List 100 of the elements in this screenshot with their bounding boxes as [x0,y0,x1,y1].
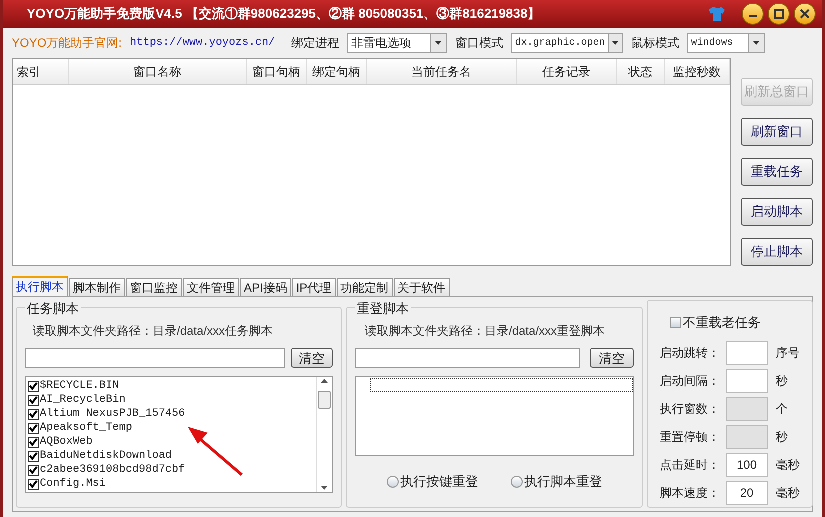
close-button[interactable] [794,3,816,25]
column-header[interactable]: 监控秒数 [665,59,730,84]
script-list-item[interactable]: $RECYCLE.BIN [28,379,316,393]
action-button[interactable]: 重载任务 [741,158,813,186]
path-label: 读取脚本文件夹路径：目录/data/xxx重登脚本 [364,323,606,340]
path-input-field[interactable] [25,348,285,368]
path-label: 读取脚本文件夹路径：目录/data/xxx任务脚本 [32,323,274,340]
site-label: YOYO万能助手官网: [12,35,122,52]
close-icon [800,9,810,19]
script-list-item[interactable]: BaiduNetdiskDownload [28,449,316,463]
minimize-button[interactable] [742,3,764,25]
number-input-field[interactable] [726,368,768,392]
tab[interactable]: IP代理 [292,278,336,296]
unit-label: 毫秒 [776,456,800,474]
script-name: BaiduNetdiskDownload [40,448,172,464]
clear-button[interactable]: 清空 [590,348,634,368]
tab[interactable]: 功能定制 [336,278,393,296]
checkbox-label: 不重载老任务 [683,314,761,332]
tab[interactable]: 执行脚本 [12,276,68,296]
radio-button[interactable] [510,476,522,488]
field-label: 启动跳转： [660,344,721,362]
caret-icon [612,41,620,45]
dropdown-arrow-button[interactable] [430,34,446,52]
radio-label: 执行脚本重登 [524,473,602,491]
radio-button[interactable] [386,476,398,488]
script-name: Config.Msi [40,476,106,492]
field-value: 20 [740,484,754,502]
shirt-icon[interactable] [708,5,726,23]
column-header[interactable]: 窗口名称 [69,59,247,84]
number-input-field[interactable]: 20 [726,480,768,504]
number-input-field[interactable]: 100 [726,452,768,476]
tab[interactable]: 窗口监控 [126,278,182,296]
dropdown-arrow-button[interactable] [748,34,764,52]
script-name: $RECYCLE.BIN [40,378,120,394]
number-input-field[interactable] [726,340,768,364]
unit-label: 个 [776,400,788,418]
checkbox[interactable] [28,450,39,462]
maximize-button[interactable] [768,3,790,25]
unit-label: 秒 [776,372,788,390]
clear-button[interactable]: 清空 [291,348,333,368]
dropdown-arrow-button[interactable] [608,34,622,52]
checkbox[interactable] [28,380,39,392]
script-name: Apeaksoft_Temp [40,420,132,436]
action-button[interactable]: 刷新窗口 [741,118,813,146]
field-label: 启动间隔： [660,372,721,390]
column-header[interactable]: 索引 [13,59,69,84]
tab[interactable]: API接码 [240,278,292,296]
column-header[interactable]: 窗口句柄 [247,59,307,84]
unit-label: 秒 [776,428,788,446]
scrollbar[interactable] [316,377,332,492]
script-list-item[interactable]: Apeaksoft_Temp [28,421,316,435]
dropdown-field[interactable]: 非雷电选项 [347,33,448,53]
scroll-up-icon[interactable] [321,379,328,383]
scroll-down-icon[interactable] [321,486,328,490]
column-header[interactable]: 任务记录 [517,59,617,84]
dropdown-value: dx.graphic.open [514,36,606,50]
column-header[interactable]: 绑定句柄 [307,59,367,84]
script-list-item[interactable]: c2abee369108bcd98d7cbf [28,463,316,477]
checkbox[interactable] [28,436,39,448]
dropdown-field[interactable]: windows [687,33,766,53]
window-title: YOYO万能助手免费版V4.5 【交流①群980623295、②群 805080351、③群816219838】 [27,5,541,24]
dropdown-value: windows [690,36,734,50]
combo-label: 窗口模式 [455,35,504,52]
checkbox[interactable] [28,464,39,476]
checkbox[interactable] [28,408,39,420]
action-button[interactable]: 启动脚本 [741,198,813,226]
tab[interactable]: 文件管理 [183,278,239,296]
field-label: 重置停顿： [660,428,721,446]
action-button[interactable]: 停止脚本 [741,238,813,266]
script-list-item[interactable]: Config.Msi [28,477,316,491]
script-name: Altium NexusPJB_157456 [40,406,186,422]
field-label: 点击延时： [660,456,721,474]
column-header[interactable]: 当前任务名 [367,59,517,84]
checkbox[interactable] [28,478,39,490]
column-header[interactable]: 状态 [617,59,665,84]
radio-label: 执行按键重登 [400,473,478,491]
scroll-thumb[interactable] [318,390,331,408]
tab[interactable]: 关于软件 [394,278,450,296]
caret-icon [435,41,442,45]
script-list-item[interactable]: Altium NexusPJB_157456 [28,407,316,421]
checkbox[interactable] [670,317,681,328]
arrow-annotation [186,425,244,477]
tab[interactable]: 脚本制作 [69,278,125,296]
combo-label: 鼠标模式 [631,35,680,52]
caret-icon [753,41,760,45]
script-name: c2abee369108bcd98d7cbf [40,462,186,478]
dropdown-value: 非雷电选项 [350,35,412,52]
path-input-field[interactable] [355,348,580,368]
checkbox[interactable] [28,422,39,434]
checkbox[interactable] [28,394,39,406]
script-list-item[interactable]: AQBoxWeb [28,435,316,449]
script-list-item[interactable]: AI_RecycleBin [28,393,316,407]
site-link[interactable]: https://www.yoyozs.cn/ [130,34,276,52]
field-value: 100 [736,456,758,474]
field-label: 脚本速度： [660,484,721,502]
combo-label: 绑定进程 [291,35,340,52]
maximize-icon [774,9,784,19]
unit-label: 毫秒 [776,484,800,502]
dropdown-field[interactable]: dx.graphic.open [511,33,624,53]
script-name: AI_RecycleBin [40,392,126,408]
